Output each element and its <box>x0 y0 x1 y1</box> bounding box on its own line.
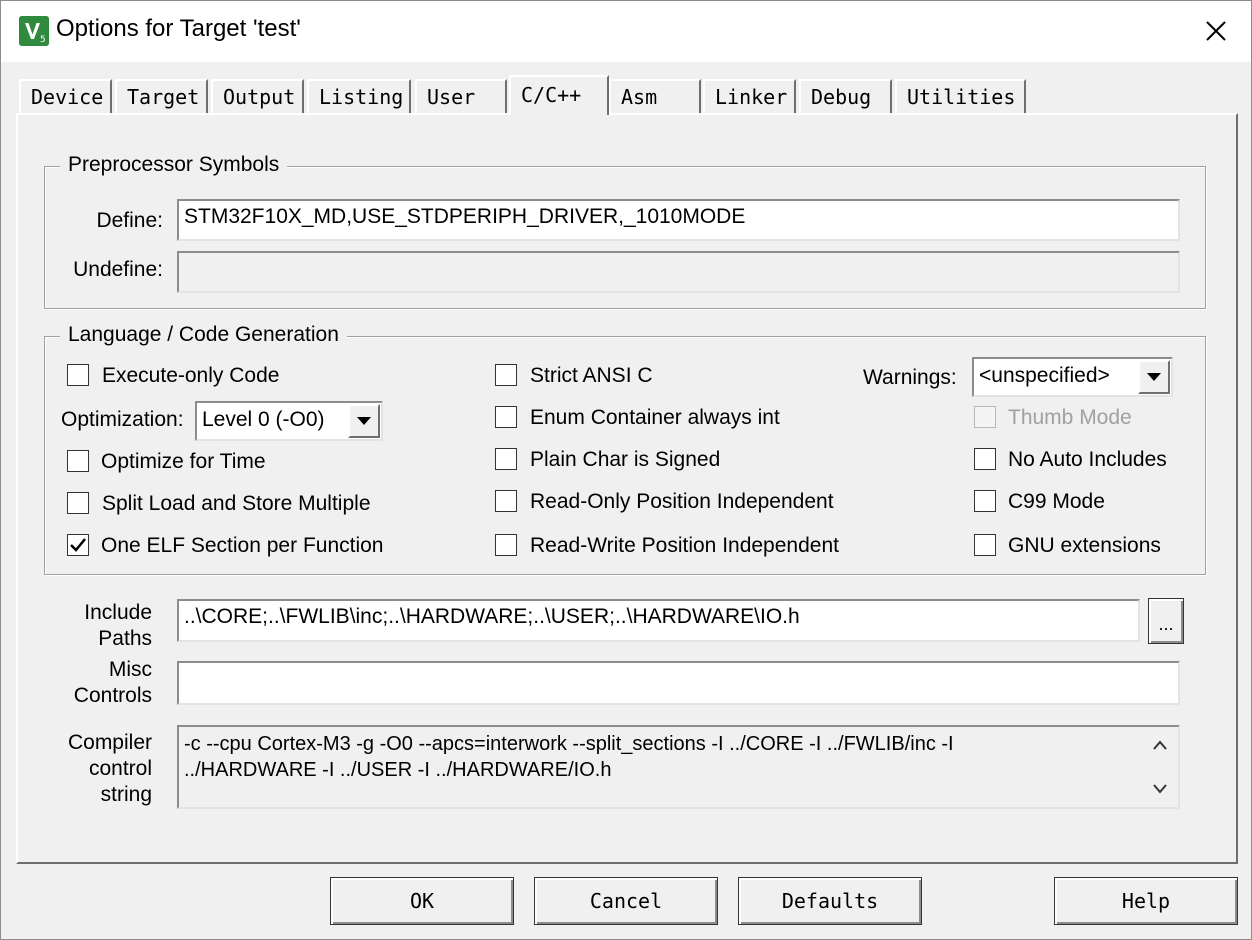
chevron-down-icon <box>1147 373 1161 381</box>
no-auto-includes-checkbox[interactable] <box>974 448 996 470</box>
optimization-value: Level 0 (-O0) <box>202 408 325 431</box>
enum-container-label: Enum Container always int <box>530 406 780 429</box>
tab-debug[interactable]: Debug <box>799 79 892 113</box>
language-group-title: Language / Code Generation <box>60 323 347 347</box>
warnings-select[interactable]: <unspecified> <box>972 357 1173 397</box>
execute-only-checkbox[interactable] <box>67 364 89 386</box>
chevron-up-icon <box>1153 740 1167 750</box>
ok-button[interactable]: OK <box>330 877 514 925</box>
plain-char-label: Plain Char is Signed <box>530 448 721 471</box>
misc-controls-input[interactable] <box>177 661 1180 705</box>
optimization-label: Optimization: <box>61 408 184 431</box>
enum-container-checkbox[interactable] <box>495 406 517 428</box>
c99-mode-label: C99 Mode <box>1008 490 1105 513</box>
close-button[interactable] <box>1188 8 1244 54</box>
plain-char-checkbox[interactable] <box>495 448 517 470</box>
compiler-line-1: -c --cpu Cortex-M3 -g -O0 --apcs=interwo… <box>184 733 954 755</box>
warnings-dropdown-button[interactable] <box>1138 360 1170 394</box>
optimization-select[interactable]: Level 0 (-O0) <box>195 401 383 441</box>
tab-output[interactable]: Output <box>211 79 304 113</box>
cancel-button[interactable]: Cancel <box>534 877 718 925</box>
split-load-checkbox[interactable] <box>67 492 89 514</box>
rwpi-checkbox[interactable] <box>495 534 517 556</box>
undefine-input[interactable] <box>177 251 1180 293</box>
optimization-dropdown-button[interactable] <box>348 404 380 438</box>
warnings-label: Warnings: <box>863 366 957 389</box>
split-load-label: Split Load and Store Multiple <box>102 492 371 515</box>
one-elf-label: One ELF Section per Function <box>101 534 384 557</box>
preprocessor-group-title: Preprocessor Symbols <box>60 153 288 177</box>
compiler-line-2: ../HARDWARE -I ../USER -I ../HARDWARE/IO… <box>184 759 612 781</box>
no-auto-includes-label: No Auto Includes <box>1008 448 1167 471</box>
execute-only-label: Execute-only Code <box>102 364 280 387</box>
help-button[interactable]: Help <box>1054 877 1238 925</box>
tab-target[interactable]: Target <box>115 79 208 113</box>
chevron-down-icon <box>357 417 371 425</box>
defaults-button[interactable]: Defaults <box>738 877 922 925</box>
misc-controls-label: Misc Controls <box>73 658 152 707</box>
strict-ansi-checkbox[interactable] <box>495 364 517 386</box>
include-paths-input[interactable]: ..\CORE;..\FWLIB\inc;..\HARDWARE;..\USER… <box>177 599 1140 642</box>
scroll-up-button[interactable] <box>1150 735 1170 755</box>
gnu-extensions-label: GNU extensions <box>1008 534 1161 557</box>
one-elf-checkbox[interactable] <box>67 534 89 556</box>
ropi-label: Read-Only Position Independent <box>530 490 834 513</box>
ropi-checkbox[interactable] <box>495 490 517 512</box>
tab-utilities[interactable]: Utilities <box>895 79 1026 113</box>
define-input[interactable]: STM32F10X_MD,USE_STDPERIPH_DRIVER,_1010M… <box>177 199 1180 241</box>
undefine-label: Undefine: <box>73 258 163 281</box>
include-paths-browse-button[interactable]: ... <box>1148 598 1184 644</box>
thumb-mode-checkbox[interactable] <box>974 406 996 428</box>
chevron-down-icon <box>1153 784 1167 794</box>
window-title: Options for Target 'test' <box>56 15 301 42</box>
compiler-control-string-text[interactable]: -c --cpu Cortex-M3 -g -O0 --apcs=interwo… <box>177 725 1180 809</box>
keil-app-icon: 5 <box>19 16 49 46</box>
close-icon <box>1206 21 1226 41</box>
svg-text:5: 5 <box>40 35 46 45</box>
compiler-control-string-label: Compiler control string <box>67 731 152 806</box>
rwpi-label: Read-Write Position Independent <box>530 534 839 557</box>
thumb-mode-label: Thumb Mode <box>1008 406 1132 429</box>
tab-user[interactable]: User <box>415 79 507 113</box>
optimize-time-label: Optimize for Time <box>101 450 266 473</box>
scroll-down-button[interactable] <box>1150 779 1170 799</box>
gnu-extensions-checkbox[interactable] <box>974 534 996 556</box>
tab-device[interactable]: Device <box>19 79 112 113</box>
define-label: Define: <box>96 209 163 232</box>
c99-mode-checkbox[interactable] <box>974 490 996 512</box>
optimize-time-checkbox[interactable] <box>67 450 89 472</box>
tab-asm[interactable]: Asm <box>609 79 701 113</box>
strict-ansi-label: Strict ANSI C <box>530 364 653 387</box>
tab-linker[interactable]: Linker <box>703 79 796 113</box>
tab-c-cpp[interactable]: C/C++ <box>509 75 609 115</box>
warnings-value: <unspecified> <box>979 364 1110 387</box>
include-paths-label: Include Paths <box>84 601 152 650</box>
tab-listing[interactable]: Listing <box>307 79 411 113</box>
checkmark-icon <box>70 538 86 552</box>
